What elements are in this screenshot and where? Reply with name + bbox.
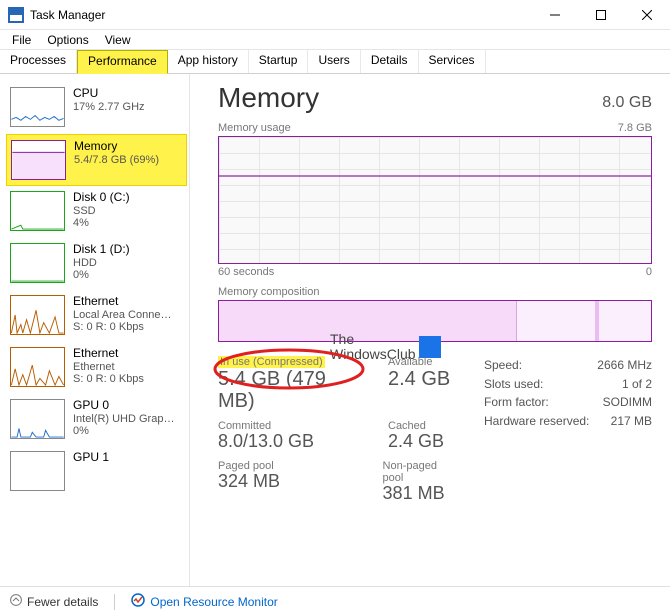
- memory-thumb: [11, 140, 66, 180]
- available-label: Available: [388, 356, 450, 368]
- sidebar-item-ethernet-2[interactable]: EthernetEthernetS: 0 R: 0 Kbps: [6, 342, 187, 394]
- sidebar-item-gpu1[interactable]: GPU 1: [6, 446, 187, 498]
- x-axis-right: 0: [646, 266, 652, 278]
- panel-total: 8.0 GB: [602, 94, 652, 112]
- close-button[interactable]: [624, 0, 670, 29]
- window-titlebar: Task Manager: [0, 0, 670, 30]
- sidebar-item-disk0[interactable]: Disk 0 (C:)SSD4%: [6, 186, 187, 238]
- sidebar-item-disk1[interactable]: Disk 1 (D:)HDD0%: [6, 238, 187, 290]
- eth1-thumb: [10, 295, 65, 335]
- tab-startup[interactable]: Startup: [249, 50, 309, 73]
- menu-file[interactable]: File: [4, 32, 39, 48]
- sidebar-item-memory[interactable]: Memory5.4/7.8 GB (69%): [6, 134, 187, 186]
- nonpaged-value: 381 MB: [383, 484, 458, 504]
- nonpaged-label: Non-paged pool: [383, 460, 458, 484]
- paged-value: 324 MB: [218, 472, 363, 492]
- tab-processes[interactable]: Processes: [0, 50, 77, 73]
- usage-max: 7.8 GB: [618, 122, 652, 134]
- tab-strip: Processes Performance App history Startu…: [0, 50, 670, 74]
- sidebar-item-ethernet-1[interactable]: EthernetLocal Area Conne…S: 0 R: 0 Kbps: [6, 290, 187, 342]
- menu-view[interactable]: View: [97, 32, 139, 48]
- performance-sidebar: CPU17% 2.77 GHz Memory5.4/7.8 GB (69%) D…: [0, 74, 190, 586]
- divider: [114, 594, 115, 610]
- paged-label: Paged pool: [218, 460, 363, 472]
- eth2-thumb: [10, 347, 65, 387]
- available-value: 2.4 GB: [388, 368, 450, 390]
- sidebar-item-gpu0[interactable]: GPU 0Intel(R) UHD Grap…0%: [6, 394, 187, 446]
- app-icon: [8, 7, 24, 23]
- tab-users[interactable]: Users: [308, 50, 360, 73]
- x-axis-left: 60 seconds: [218, 266, 274, 278]
- tab-details[interactable]: Details: [361, 50, 419, 73]
- resource-monitor-icon: [131, 593, 145, 610]
- memory-spec-list: Speed:2666 MHz Slots used:1 of 2 Form fa…: [484, 356, 652, 512]
- cached-value: 2.4 GB: [388, 432, 444, 452]
- sidebar-item-cpu[interactable]: CPU17% 2.77 GHz: [6, 82, 187, 134]
- memory-usage-chart[interactable]: [218, 136, 652, 264]
- gpu1-thumb: [10, 451, 65, 491]
- bottom-bar: Fewer details Open Resource Monitor: [0, 586, 670, 616]
- usage-label: Memory usage: [218, 122, 291, 134]
- memory-composition-bar[interactable]: [218, 300, 652, 342]
- tab-performance[interactable]: Performance: [77, 50, 168, 74]
- panel-title: Memory: [218, 82, 319, 114]
- in-use-value: 5.4 GB (479 MB): [218, 368, 368, 412]
- tab-app-history[interactable]: App history: [168, 50, 249, 73]
- window-title: Task Manager: [30, 8, 105, 22]
- menu-bar: File Options View: [0, 30, 670, 50]
- memory-panel: Memory 8.0 GB Memory usage 7.8 GB 60 sec…: [190, 74, 670, 586]
- minimize-button[interactable]: [532, 0, 578, 29]
- disk0-thumb: [10, 191, 65, 231]
- tab-services[interactable]: Services: [419, 50, 486, 73]
- cpu-thumb: [10, 87, 65, 127]
- fewer-details-button[interactable]: Fewer details: [10, 594, 98, 609]
- open-resource-monitor-link[interactable]: Open Resource Monitor: [131, 593, 277, 610]
- disk1-thumb: [10, 243, 65, 283]
- composition-label: Memory composition: [218, 286, 319, 298]
- gpu0-thumb: [10, 399, 65, 439]
- committed-value: 8.0/13.0 GB: [218, 432, 368, 452]
- maximize-button[interactable]: [578, 0, 624, 29]
- chevron-up-icon: [10, 594, 22, 609]
- in-use-label: In use (Compressed): [218, 356, 325, 368]
- menu-options[interactable]: Options: [39, 32, 96, 48]
